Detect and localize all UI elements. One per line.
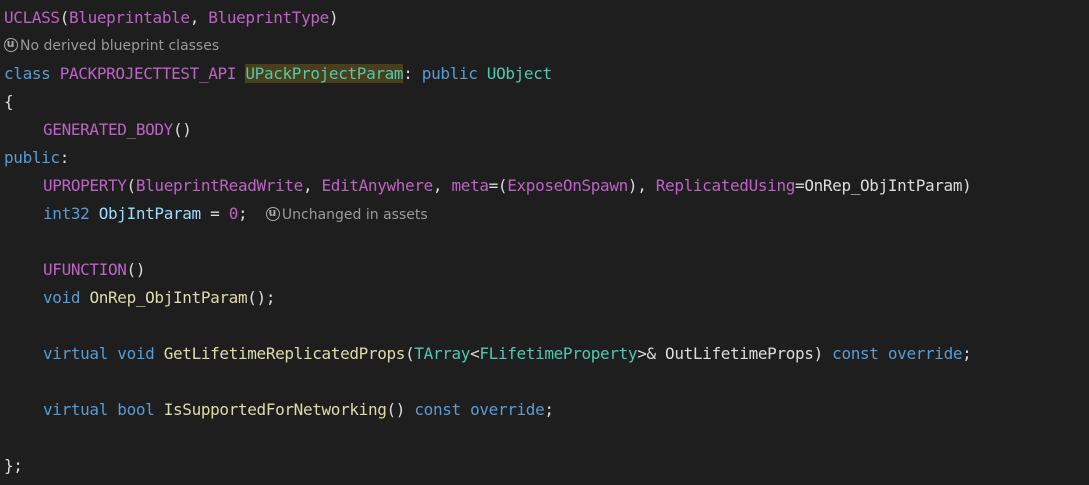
virtual-keyword: virtual [43,344,108,363]
variable-name: ObjIntParam [98,204,201,223]
public-keyword: public [4,148,60,167]
comma: , [302,176,322,195]
void-keyword: void [43,288,81,307]
number-literal: 0 [228,204,239,223]
code-line-issupported[interactable]: virtual bool IsSupportedForNetworking() … [0,396,1089,424]
code-line-blank[interactable] [0,424,1089,452]
struct-type: FLifetimeProperty [479,344,638,363]
paren: ( [126,176,137,195]
paren: ) [813,344,833,363]
specifier: BlueprintReadWrite [135,176,303,195]
codelens-blueprint-hint[interactable]: No derived blueprint classes [0,31,1089,60]
specifier: BlueprintType [208,8,329,27]
open-brace: { [4,92,14,111]
code-line-onrep[interactable]: void OnRep_ObjIntParam(); [0,284,1089,312]
comma: , [189,8,209,27]
parens: () [172,120,192,139]
comma: , [432,176,452,195]
generated-body-macro: GENERATED_BODY [43,120,173,139]
unreal-engine-icon [4,31,18,57]
specifier: Blueprintable [69,8,190,27]
code-editor[interactable]: UCLASS(Blueprintable, BlueprintType) No … [0,4,1089,485]
code-line-class-decl[interactable]: class PACKPROJECTTEST_API UPackProjectPa… [0,60,1089,88]
code-line-public[interactable]: public: [0,144,1089,172]
equals: = [795,176,805,195]
parens: () [126,260,146,279]
colon: : [59,148,70,167]
parens: () [386,400,415,419]
specifier: EditAnywhere [321,176,434,195]
specifier: meta [451,176,489,195]
function-reference: OnRep_ObjIntParam [804,176,963,195]
hint-text: Unchanged in assets [281,207,428,223]
code-line-uclass[interactable]: UCLASS(Blueprintable, BlueprintType) [0,4,1089,32]
codelens-assets-hint[interactable]: Unchanged in assets [265,200,428,226]
class-name-highlighted: UPackProjectParam [245,64,404,83]
paren: ) [962,176,972,195]
punct: >& [637,344,666,363]
specifier: ReplicatedUsing [655,176,796,195]
semicolon: ; [238,204,248,223]
code-line-generated-body[interactable]: GENERATED_BODY() [0,116,1089,144]
code-line-close-brace[interactable]: }; [0,452,1089,480]
int32-type: int32 [43,204,90,223]
angle: < [470,344,480,363]
code-line-int-param[interactable]: int32 ObjIntParam = 0; Unchanged in asse… [0,200,1089,228]
function-name: IsSupportedForNetworking [163,400,387,419]
code-line-blank[interactable] [0,312,1089,340]
punct: (); [247,288,276,307]
uclass-macro: UCLASS [4,8,60,27]
override-keyword: override [470,400,545,419]
code-line-getlifetime[interactable]: virtual void GetLifetimeReplicatedProps(… [0,340,1089,368]
code-line-open-brace[interactable]: { [0,88,1089,116]
close-brace: }; [4,456,23,475]
function-name: GetLifetimeReplicatedProps [163,344,406,363]
semicolon: ; [962,344,972,363]
ufunction-macro: UFUNCTION [43,260,127,279]
code-line-blank[interactable] [0,228,1089,256]
param-name: OutLifetimeProps [665,344,814,363]
unreal-engine-icon [265,200,280,226]
code-line-ufunction[interactable]: UFUNCTION() [0,256,1089,284]
semicolon: ; [544,400,554,419]
colon: : [403,64,422,83]
code-line-blank[interactable] [0,368,1089,396]
base-class-name: UObject [486,64,552,83]
bool-keyword: bool [117,400,155,419]
const-keyword: const [414,400,461,419]
hint-text: No derived blueprint classes [20,38,220,54]
equals: = [200,204,229,223]
public-keyword: public [421,64,478,83]
class-keyword: class [4,64,51,83]
code-line-uproperty[interactable]: UPROPERTY(BlueprintReadWrite, EditAnywhe… [0,172,1089,200]
void-keyword: void [117,344,155,363]
paren: ) [328,8,339,27]
virtual-keyword: virtual [43,400,108,419]
paren: ( [59,8,70,27]
const-keyword: const [832,344,879,363]
paren: ( [405,344,415,363]
override-keyword: override [887,344,963,363]
specifier: ExposeOnSpawn [507,176,628,195]
punct: =( [488,176,508,195]
uproperty-macro: UPROPERTY [43,176,127,195]
punct: ), [627,176,656,195]
tarray-type: TArray [414,344,471,363]
function-name: OnRep_ObjIntParam [89,288,248,307]
api-macro: PACKPROJECTTEST_API [59,64,237,83]
